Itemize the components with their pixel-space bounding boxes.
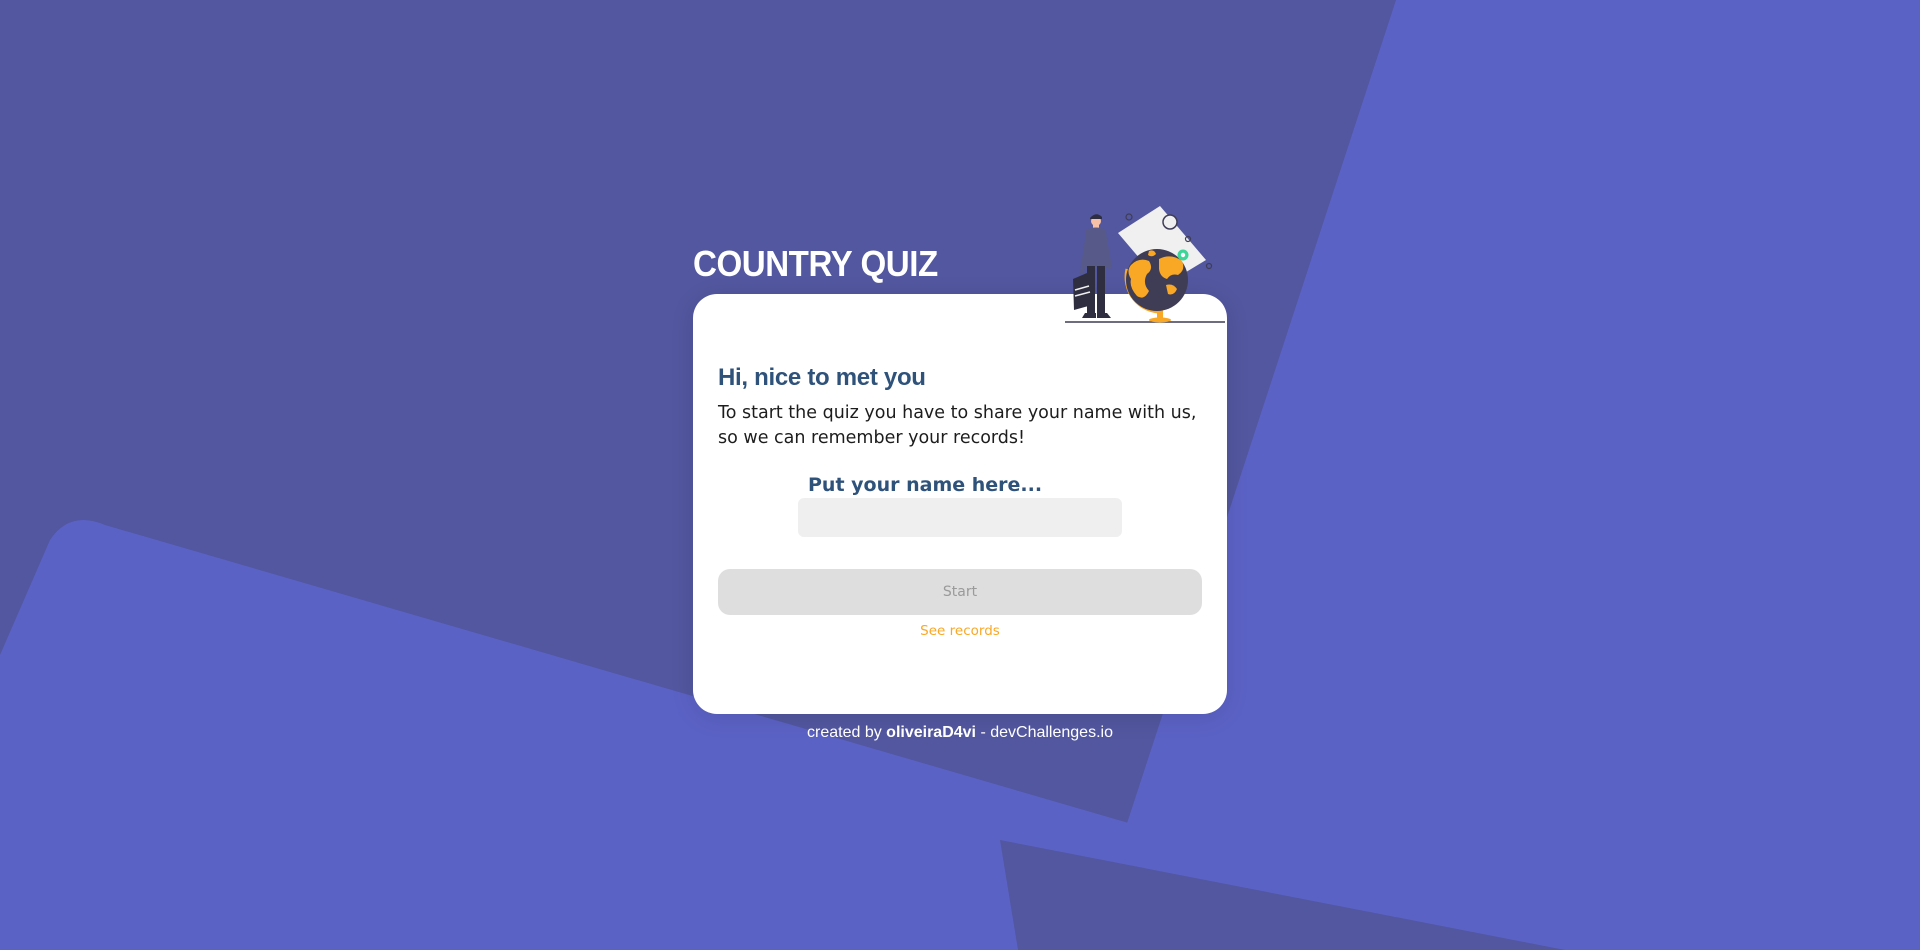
quiz-card: Hi, nice to met you To start the quiz yo…: [693, 294, 1227, 714]
app-title: COUNTRY QUIZ: [693, 243, 938, 284]
see-records-link[interactable]: See records: [693, 621, 1227, 641]
greeting-heading: Hi, nice to met you: [718, 364, 926, 391]
traveler-with-globe-illustration: [1065, 206, 1225, 323]
intro-text: To start the quiz you have to share your…: [718, 403, 1197, 448]
name-label: Put your name here...: [808, 474, 1043, 496]
footer-suffix: - devChallenges.io: [980, 724, 1113, 741]
footer-author: oliveiraD4vi: [886, 724, 976, 741]
footer-prefix: created by: [807, 724, 882, 741]
footer-credits: created by oliveiraD4vi - devChallenges.…: [693, 722, 1227, 744]
name-input[interactable]: [798, 498, 1122, 537]
start-button[interactable]: Start: [718, 569, 1202, 615]
